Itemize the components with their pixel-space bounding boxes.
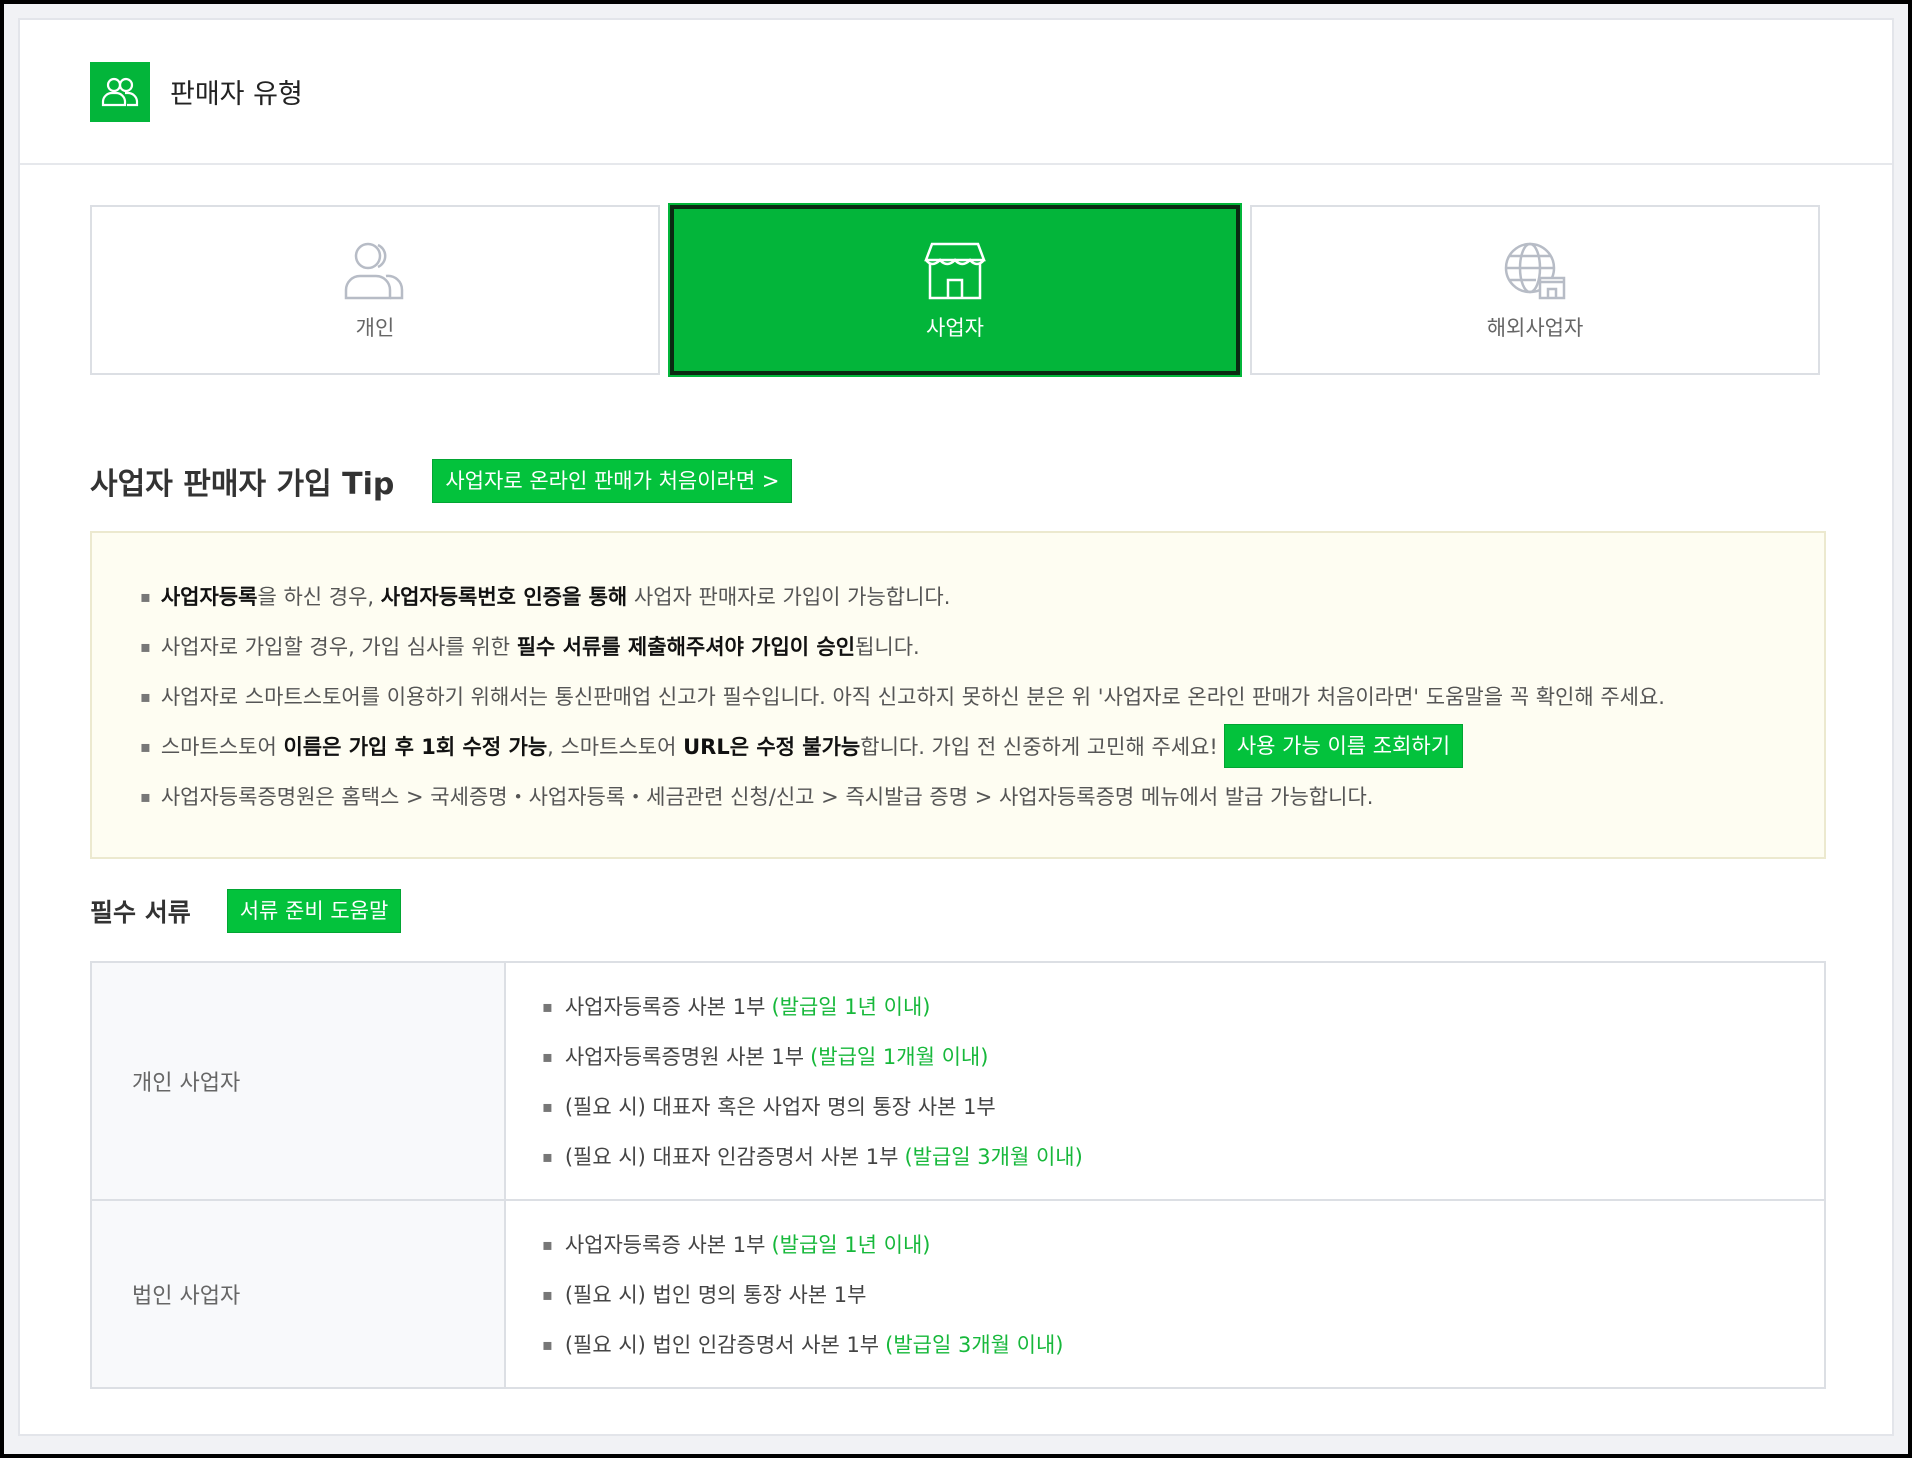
bullet-icon: ▪ — [542, 996, 553, 1016]
panel-header: 판매자 유형 — [20, 20, 1892, 165]
tip-emphasis: 사업자등록 — [160, 585, 258, 609]
doc-text: 사업자등록증명원 사본 1부 — [564, 1045, 805, 1069]
doc-note: (발급일 1개월 이내) — [810, 1045, 989, 1069]
seller-type-overseas[interactable]: 해외사업자 — [1250, 205, 1820, 375]
doc-text: 사업자등록증 사본 1부 — [564, 995, 766, 1019]
docs-help-button[interactable]: 서류 준비 도움말 — [226, 889, 402, 933]
doc-text: (필요 시) 대표자 혹은 사업자 명의 통장 사본 1부 — [564, 1095, 996, 1119]
doc-note: (발급일 1년 이내) — [771, 995, 931, 1019]
tip-text: 사업자등록증명원은 홈택스 > 국세증명・사업자등록・세금관련 신청/신고 > … — [160, 785, 1374, 809]
bullet-icon: ▪ — [542, 1096, 553, 1116]
tip-text: , 스마트스토어 — [547, 735, 684, 759]
tip-line: ▪ 사업자등록증명원은 홈택스 > 국세증명・사업자등록・세금관련 신청/신고 … — [140, 771, 1824, 821]
tip-line: ▪ 사업자로 스마트스토어를 이용하기 위해서는 통신판매업 신고가 필수입니다… — [140, 671, 1824, 721]
list-item: ▪ 사업자등록증 사본 1부 (발급일 1년 이내) — [542, 1219, 1824, 1269]
doc-list: ▪ 사업자등록증 사본 1부 (발급일 1년 이내) ▪ (필요 시) 법인 명… — [504, 1199, 1826, 1389]
seller-type-label: 사업자 — [926, 316, 984, 340]
list-item: ▪ (필요 시) 대표자 인감증명서 사본 1부 (발급일 3개월 이내) — [542, 1131, 1824, 1181]
globe-store-icon — [1504, 242, 1566, 300]
tip-text: 사업자 판매자로 가입이 가능합니다. — [627, 585, 951, 609]
seller-type-selector: 개인 사업자 해외사업자 — [90, 203, 1822, 377]
tip-emphasis: 이름은 가입 후 1회 수정 가능 — [283, 735, 548, 759]
business-kind: 개인 사업자 — [90, 961, 506, 1201]
docs-title-row: 필수 서류 서류 준비 도움말 — [90, 889, 1822, 933]
bullet-icon: ▪ — [542, 1334, 553, 1354]
list-item: ▪ 사업자등록증 사본 1부 (발급일 1년 이내) — [542, 981, 1824, 1031]
business-kind: 법인 사업자 — [90, 1199, 506, 1389]
list-item: ▪ (필요 시) 대표자 혹은 사업자 명의 통장 사본 1부 — [542, 1081, 1824, 1131]
required-docs-table: 개인 사업자 ▪ 사업자등록증 사본 1부 (발급일 1년 이내) ▪ 사업자등… — [90, 961, 1826, 1389]
docs-title: 필수 서류 — [90, 898, 191, 927]
store-icon — [924, 242, 986, 300]
tip-line: ▪ 스마트스토어 이름은 가입 후 1회 수정 가능 , 스마트스토어 URL은… — [140, 721, 1824, 771]
doc-text: (필요 시) 대표자 인감증명서 사본 1부 — [564, 1145, 899, 1169]
tip-line: ▪ 사업자로 가입할 경우, 가입 심사를 위한 필수 서류를 제출해주셔야 가… — [140, 621, 1824, 671]
bullet-icon: ▪ — [140, 786, 151, 806]
doc-note: (발급일 3개월 이내) — [904, 1145, 1083, 1169]
doc-text: (필요 시) 법인 인감증명서 사본 1부 — [564, 1333, 880, 1357]
page-frame: 판매자 유형 개인 사업자 해외사업자 사업자 판매자 가입 Tip 사업자로 … — [4, 4, 1908, 1454]
doc-note: (발급일 1년 이내) — [771, 1233, 931, 1257]
bullet-icon: ▪ — [140, 686, 151, 706]
users-icon — [90, 61, 150, 122]
check-name-availability-button[interactable]: 사용 가능 이름 조회하기 — [1223, 724, 1464, 768]
doc-text: (필요 시) 법인 명의 통장 사본 1부 — [564, 1283, 867, 1307]
tip-text: 합니다. 가입 전 신중하게 고민해 주세요! — [860, 735, 1218, 759]
seller-type-panel: 판매자 유형 개인 사업자 해외사업자 사업자 판매자 가입 Tip 사업자로 … — [18, 18, 1894, 1436]
tip-text: 됩니다. — [855, 635, 920, 659]
table-row: 법인 사업자 ▪ 사업자등록증 사본 1부 (발급일 1년 이내) ▪ (필요 … — [90, 1199, 1826, 1389]
bullet-icon: ▪ — [542, 1234, 553, 1254]
doc-text: 사업자등록증 사본 1부 — [564, 1233, 766, 1257]
tip-text: 스마트스토어 — [160, 735, 284, 759]
bullet-icon: ▪ — [542, 1284, 553, 1304]
tip-text: 사업자로 스마트스토어를 이용하기 위해서는 통신판매업 신고가 필수입니다. … — [160, 685, 1665, 709]
tip-box: ▪ 사업자등록 을 하신 경우, 사업자등록번호 인증을 통해 사업자 판매자로… — [90, 531, 1826, 859]
bullet-icon: ▪ — [542, 1146, 553, 1166]
list-item: ▪ (필요 시) 법인 인감증명서 사본 1부 (발급일 3개월 이내) — [542, 1319, 1824, 1369]
bullet-icon: ▪ — [140, 736, 151, 756]
tip-line: ▪ 사업자등록 을 하신 경우, 사업자등록번호 인증을 통해 사업자 판매자로… — [140, 571, 1824, 621]
tip-title: 사업자 판매자 가입 Tip — [90, 467, 395, 502]
first-time-online-seller-link[interactable]: 사업자로 온라인 판매가 처음이라면 > — [432, 459, 793, 503]
tip-text: 을 하신 경우, — [257, 585, 381, 609]
person-icon — [344, 242, 404, 300]
tip-text: 사업자로 가입할 경우, 가입 심사를 위한 — [160, 635, 517, 659]
bullet-icon: ▪ — [542, 1046, 553, 1066]
bullet-icon: ▪ — [140, 586, 151, 606]
tip-emphasis: 필수 서류를 제출해주셔야 가입이 승인 — [516, 635, 856, 659]
seller-type-business[interactable]: 사업자 — [668, 203, 1242, 377]
tip-title-row: 사업자 판매자 가입 Tip 사업자로 온라인 판매가 처음이라면 > — [90, 459, 1822, 503]
doc-note: (발급일 3개월 이내) — [885, 1333, 1064, 1357]
seller-type-label: 개인 — [355, 316, 395, 340]
bullet-icon: ▪ — [140, 636, 151, 656]
tip-emphasis: 사업자등록번호 인증을 통해 — [380, 585, 628, 609]
page-title: 판매자 유형 — [170, 79, 303, 110]
list-item: ▪ 사업자등록증명원 사본 1부 (발급일 1개월 이내) — [542, 1031, 1824, 1081]
list-item: ▪ (필요 시) 법인 명의 통장 사본 1부 — [542, 1269, 1824, 1319]
tip-emphasis: URL은 수정 불가능 — [683, 735, 861, 759]
table-row: 개인 사업자 ▪ 사업자등록증 사본 1부 (발급일 1년 이내) ▪ 사업자등… — [90, 961, 1826, 1201]
seller-type-individual[interactable]: 개인 — [90, 205, 660, 375]
seller-type-label: 해외사업자 — [1486, 316, 1584, 340]
doc-list: ▪ 사업자등록증 사본 1부 (발급일 1년 이내) ▪ 사업자등록증명원 사본… — [504, 961, 1826, 1201]
